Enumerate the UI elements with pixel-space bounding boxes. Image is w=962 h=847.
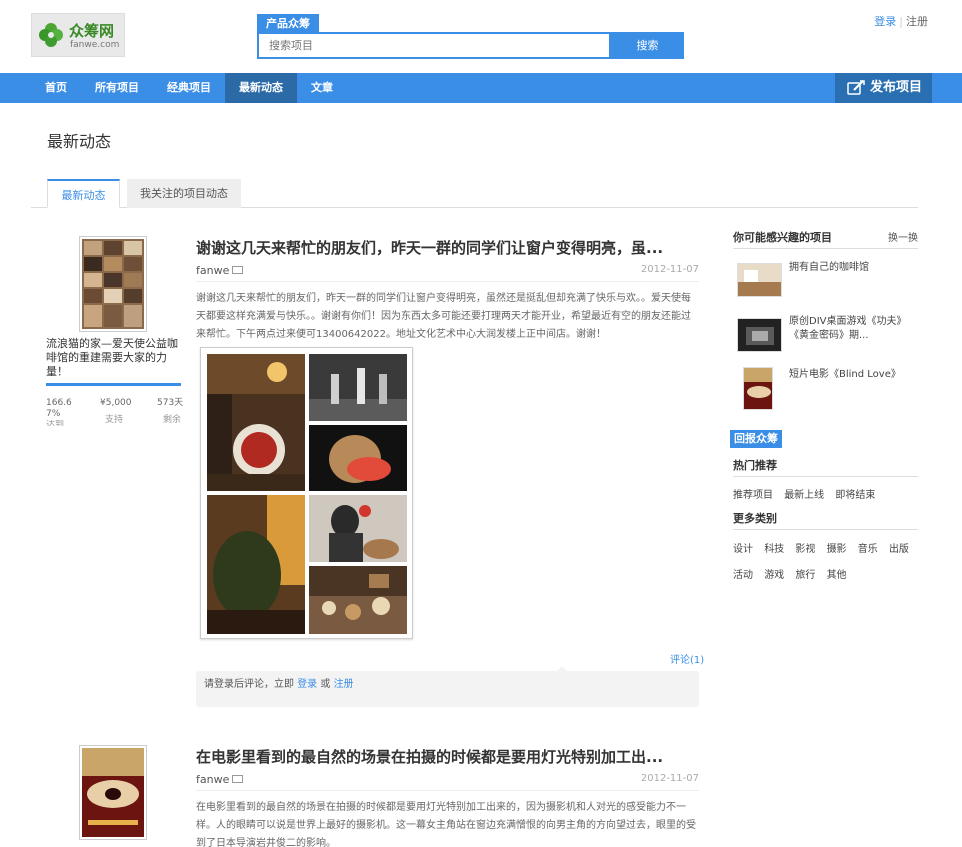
- comment-prompt: 请登录后评论，立即: [204, 679, 294, 690]
- auth-links: 登录 | 注册: [874, 13, 928, 29]
- logo-title: 众筹网: [69, 22, 115, 40]
- category-link[interactable]: 旅行: [795, 570, 815, 581]
- category-link[interactable]: 设计: [733, 544, 753, 555]
- login-link[interactable]: 登录: [874, 15, 896, 28]
- tab-latest-updates[interactable]: 最新动态: [47, 179, 120, 208]
- coffee-shop-thumbnail[interactable]: [737, 263, 782, 297]
- cafe-plant-photo: [207, 495, 305, 634]
- category-link[interactable]: 音乐: [858, 544, 878, 555]
- nav-item-all-projects[interactable]: 所有项目: [81, 73, 153, 103]
- stat-reached: 166.6 7% 达到: [46, 398, 72, 426]
- search-input[interactable]: [259, 34, 609, 57]
- main-nav: 首页 所有项目 经典项目 最新动态 文章 发布项目: [0, 73, 962, 103]
- decor-shelf-photo: [309, 566, 407, 634]
- more-categories-header: 更多类别: [733, 510, 918, 530]
- nav-item-classic-projects[interactable]: 经典项目: [153, 73, 225, 103]
- feed-date: 2012-11-07: [640, 773, 699, 784]
- nav-item-home[interactable]: 首页: [31, 73, 81, 103]
- stat-support-label: 支持: [105, 415, 124, 425]
- blind-love-poster-image: [82, 748, 144, 837]
- comment-or: 或: [320, 679, 331, 690]
- refresh-link[interactable]: 换一换: [888, 229, 918, 244]
- hot-recommend-header: 热门推荐: [733, 457, 918, 477]
- category-link[interactable]: 影视: [795, 544, 815, 555]
- nav-items: 首页 所有项目 经典项目 最新动态 文章: [31, 73, 347, 103]
- recommendation-title[interactable]: 原创DIV桌面游戏《功夫》《黄金密码》期...: [789, 315, 914, 343]
- site-logo[interactable]: 众筹网 fanwe.com: [31, 13, 125, 57]
- page-title: 最新动态: [47, 132, 112, 151]
- hot-link-recommended[interactable]: 推荐项目: [733, 490, 773, 501]
- woman-with-cat-photo: [309, 425, 407, 491]
- comment-caret: [557, 666, 567, 671]
- hot-link-newest[interactable]: 最新上线: [784, 490, 824, 501]
- feed-body: 谢谢这几天来帮忙的朋友们，昨天一群的同学们让窗户变得明亮，虽然还是挺乱但却充满了…: [196, 293, 691, 340]
- recommendation-title[interactable]: 短片电影《Blind Love》: [789, 368, 914, 382]
- band-performance-photo: [309, 354, 407, 421]
- category-link[interactable]: 科技: [764, 544, 784, 555]
- interest-projects-header: 你可能感兴趣的项目 换一换: [733, 229, 918, 249]
- reward-crowdfunding-badge[interactable]: 回报众筹: [730, 430, 782, 448]
- tab-followed-updates[interactable]: 我关注的项目动态: [127, 179, 241, 208]
- cafe-collage-image: [82, 239, 144, 329]
- comment-register-link[interactable]: 注册: [334, 679, 354, 690]
- category-link[interactable]: 其他: [827, 570, 847, 581]
- stat-reached-value: 166.6: [46, 398, 72, 408]
- feed-author[interactable]: fanwe: [196, 773, 229, 786]
- photo-collage[interactable]: [200, 347, 413, 639]
- feed-title[interactable]: 在电影里看到的最自然的场景在拍摄的时候都是要用灯光特别加工出...: [196, 746, 663, 767]
- more-title: 更多类别: [733, 512, 777, 525]
- stat-remaining: 573天 剩余: [157, 398, 183, 426]
- category-link[interactable]: 出版: [889, 544, 909, 555]
- stat-reached-label: 达到: [46, 420, 65, 426]
- clover-icon: [39, 23, 63, 47]
- stat-support: ¥5,000 支持: [100, 398, 132, 426]
- feed-author[interactable]: fanwe: [196, 264, 229, 277]
- publish-project-button[interactable]: 发布项目: [835, 73, 932, 103]
- funding-progress-bar: [46, 383, 181, 386]
- stat-support-value: ¥5,000: [100, 398, 132, 408]
- feed-meta: fanwe 2012-11-07: [196, 771, 699, 791]
- category-links: 活动 游戏 旅行 其他: [733, 566, 855, 581]
- woman-with-cats-photo: [309, 495, 407, 562]
- nav-item-latest-updates[interactable]: 最新动态: [225, 73, 297, 103]
- stat-remaining-label: 剩余: [163, 415, 182, 425]
- stat-remaining-value: 573天: [157, 398, 184, 408]
- mail-icon[interactable]: [232, 775, 243, 783]
- register-link[interactable]: 注册: [906, 15, 928, 28]
- feed-title[interactable]: 谢谢这几天来帮忙的朋友们，昨天一群的同学们让窗户变得明亮，虽...: [196, 237, 663, 258]
- interest-title: 你可能感兴趣的项目: [733, 231, 832, 244]
- comments-link[interactable]: 评论(1): [670, 651, 704, 666]
- category-links: 设计 科技 影视 摄影 音乐 出版: [733, 540, 917, 555]
- feed-meta: fanwe 2012-11-07: [196, 262, 699, 282]
- search-box: [257, 32, 611, 59]
- hot-links: 推荐项目 最新上线 即将结束: [733, 486, 883, 501]
- publish-label: 发布项目: [870, 80, 923, 95]
- stat-reached-value2: 7%: [46, 409, 61, 419]
- category-link[interactable]: 活动: [733, 570, 753, 581]
- project-name[interactable]: 流浪猫的家—爱天使公益咖啡馆的重建需要大家的力量！: [46, 337, 186, 379]
- category-link[interactable]: 摄影: [827, 544, 847, 555]
- feed-body: 在电影里看到的最自然的场景在拍摄的时候都是要用灯光特别加工出来的，因为摄影机和人…: [196, 802, 696, 847]
- project-thumbnail[interactable]: [79, 745, 147, 840]
- feed-date: 2012-11-07: [640, 264, 699, 275]
- search-category-tag[interactable]: 产品众筹: [257, 14, 319, 33]
- project-thumbnail[interactable]: [79, 236, 147, 332]
- publish-icon: [847, 80, 865, 95]
- search-button[interactable]: 搜索: [611, 32, 684, 59]
- auth-separator: |: [899, 15, 903, 28]
- nav-item-articles[interactable]: 文章: [297, 73, 347, 103]
- comment-login-link[interactable]: 登录: [297, 679, 317, 690]
- logo-subtitle: fanwe.com: [70, 40, 120, 50]
- mail-icon[interactable]: [232, 266, 243, 274]
- hot-title: 热门推荐: [733, 459, 777, 472]
- cafe-interior-photo: [207, 354, 305, 491]
- blind-love-thumbnail[interactable]: [743, 367, 773, 410]
- board-game-thumbnail[interactable]: [737, 318, 782, 352]
- recommendation-title[interactable]: 拥有自己的咖啡馆: [789, 261, 914, 275]
- hot-link-ending-soon[interactable]: 即将结束: [835, 490, 875, 501]
- comment-box: 请登录后评论，立即 登录 或 注册: [196, 666, 699, 707]
- category-link[interactable]: 游戏: [764, 570, 784, 581]
